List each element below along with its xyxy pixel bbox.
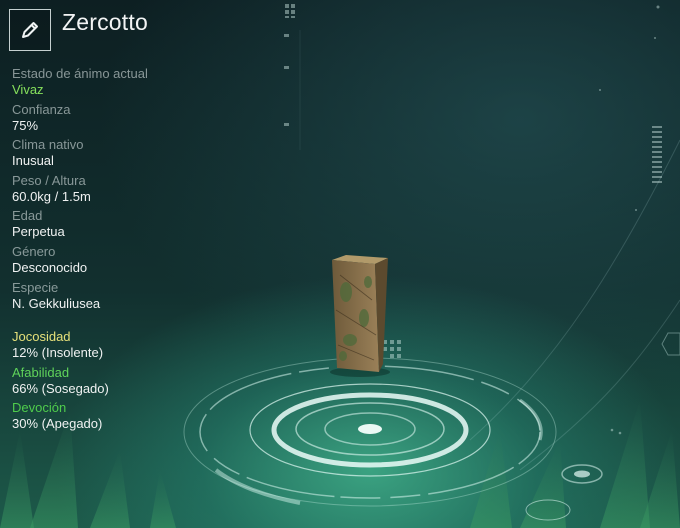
stat-label: Clima nativo [12, 137, 84, 153]
stat-value: 75% [12, 117, 39, 133]
stat-value: N. Gekkuliusea [12, 295, 101, 311]
trait-label: Jocosidad [12, 329, 71, 344]
stat-value: Desconocido [12, 259, 88, 275]
creature-name: Zercotto [62, 9, 148, 35]
stat-label: Edad [12, 208, 43, 224]
stat-label: Peso / Altura [12, 172, 86, 188]
stat-climate: Clima nativo Inusual [12, 137, 232, 173]
pencil-icon [22, 22, 38, 38]
trait-playfulness: Jocosidad 12% (Insolente) [12, 329, 232, 365]
edit-name-button[interactable] [9, 9, 51, 51]
hex-icon [661, 332, 680, 356]
stat-age: Edad Perpetua [12, 208, 232, 244]
trait-label: Afabilidad [12, 364, 70, 380]
stat-value: Vivaz [12, 82, 44, 97]
stat-label: Especie [12, 279, 59, 295]
stat-label: Confianza [12, 101, 71, 117]
trait-label: Devoción [12, 400, 67, 416]
traits-list: Jocosidad 12% (Insolente) Afabilidad 66%… [12, 329, 232, 436]
stat-value: Inusual [12, 153, 54, 169]
creature-model [330, 255, 390, 377]
stats-list: Estado de ánimo actual Vivaz Confianza 7… [12, 66, 232, 315]
stat-value: 60.0kg / 1.5m [12, 188, 91, 204]
trait-value: 12% (Insolente) [12, 345, 104, 360]
stat-trust: Confianza 75% [12, 102, 232, 138]
trait-devotion: Devoción 30% (Apegado) [12, 400, 232, 436]
stat-label: Género [12, 243, 56, 259]
stat-value: Perpetua [12, 224, 65, 240]
stat-weight-height: Peso / Altura 60.0kg / 1.5m [12, 173, 232, 209]
trait-affability: Afabilidad 66% (Sosegado) [12, 365, 232, 401]
trait-value: 66% (Sosegado) [12, 380, 109, 396]
stat-gender: Género Desconocido [12, 244, 232, 280]
stat-mood: Estado de ánimo actual Vivaz [12, 66, 232, 102]
trait-value: 30% (Apegado) [12, 416, 103, 432]
stat-species: Especie N. Gekkuliusea [12, 280, 232, 316]
creature-view: Zercotto Estado de ánimo actual Vivaz Co… [0, 0, 680, 528]
stat-label: Estado de ánimo actual [12, 66, 148, 81]
